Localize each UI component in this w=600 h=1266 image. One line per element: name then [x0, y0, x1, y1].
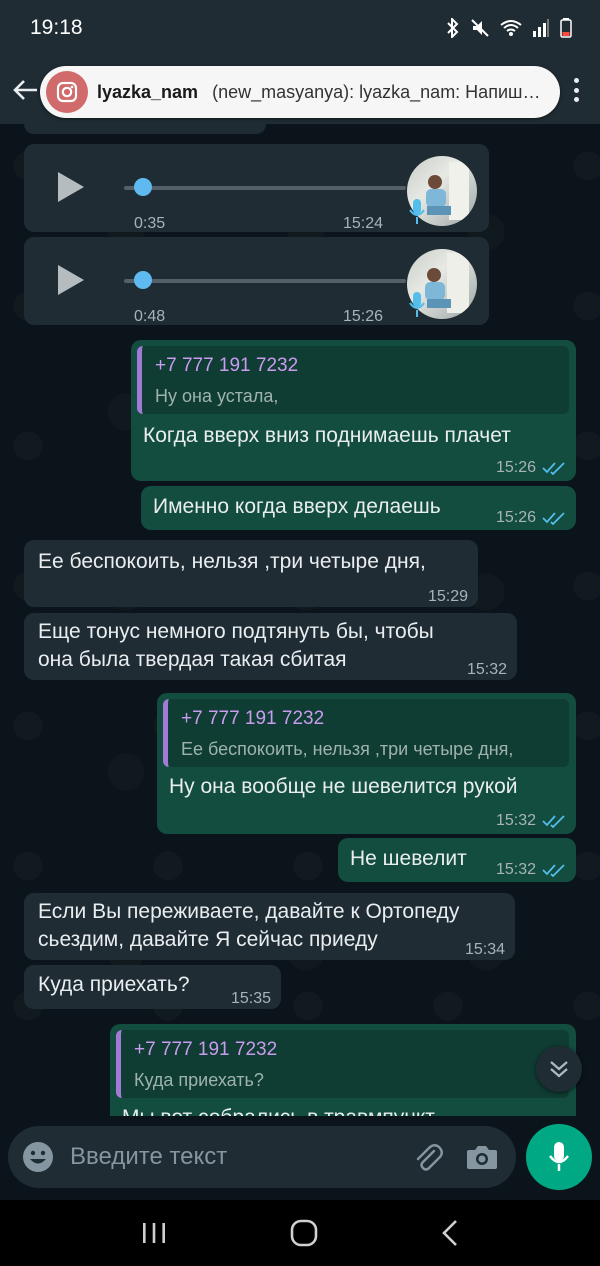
- scroll-down-button[interactable]: [536, 1046, 582, 1092]
- audio-scrubber[interactable]: [134, 271, 152, 289]
- audio-track[interactable]: [124, 279, 406, 283]
- status-time: 19:18: [30, 16, 83, 39]
- message-input-container[interactable]: Введите текст: [8, 1126, 516, 1188]
- message-meta: 15:29: [428, 583, 468, 611]
- message-meta: 15:34: [465, 936, 505, 964]
- outgoing-message[interactable]: Не шевелит 15:32: [338, 838, 576, 882]
- instagram-icon: [46, 71, 88, 113]
- system-nav-bar: [0, 1200, 600, 1266]
- chevron-down-icon: [550, 1061, 568, 1078]
- double-check-icon: [542, 462, 565, 475]
- message-time: 15:24: [342, 215, 383, 232]
- notification-text: (new_masyanya): lyazka_nam: Напиш…: [212, 81, 541, 102]
- double-check-icon: [542, 512, 565, 525]
- message-text: Именно когда вверх делаешь: [153, 495, 441, 518]
- emoji-icon[interactable]: [22, 1141, 54, 1173]
- status-icons: [446, 18, 572, 38]
- incoming-message[interactable]: Если Вы переживаете, давайте к Ортопеду …: [24, 893, 515, 960]
- message-text: Ну она вообще не шевелится рукой: [169, 775, 518, 798]
- recent-apps-icon[interactable]: [141, 1221, 167, 1245]
- quote-author: +7 777 191 7232: [181, 708, 325, 729]
- outgoing-message[interactable]: +7 777 191 7232 Куда приехать? Мы вот со…: [110, 1024, 576, 1116]
- incoming-message[interactable]: Ее беспокоить, нельзя ,три четыре дня, 1…: [24, 540, 478, 607]
- message-text-line: Если Вы переживаете, давайте к Ортопеду: [38, 900, 460, 923]
- message-meta: 15:26: [496, 504, 566, 532]
- chat-header: lyazka_nam (new_masyanya): lyazka_nam: Н…: [0, 56, 600, 124]
- outgoing-message[interactable]: +7 777 191 7232 Ну она устала, Когда вве…: [131, 340, 576, 481]
- message-time: 15:34: [464, 941, 505, 958]
- quoted-message[interactable]: +7 777 191 7232 Куда приехать?: [116, 1030, 569, 1098]
- message-time: 15:26: [495, 459, 536, 476]
- message-time: 15:32: [495, 861, 536, 878]
- back-nav-icon[interactable]: [441, 1219, 459, 1247]
- quoted-message[interactable]: +7 777 191 7232 Ее беспокоить, нельзя ,т…: [163, 699, 569, 767]
- double-check-icon: [542, 815, 565, 828]
- mute-icon: [471, 19, 489, 37]
- signal-icon: [533, 19, 549, 37]
- notification-popup[interactable]: lyazka_nam (new_masyanya): lyazka_nam: Н…: [40, 66, 560, 118]
- message-time: 15:26: [342, 308, 383, 325]
- message-meta: 15:32: [467, 656, 507, 684]
- message-text: Мы вот собрались в травмпункт: [122, 1104, 435, 1116]
- message-meta: 15:26: [496, 454, 566, 482]
- audio-scrubber[interactable]: [134, 178, 152, 196]
- message-partial[interactable]: [24, 124, 266, 134]
- voice-message[interactable]: 0:35 15:24: [24, 144, 489, 232]
- quote-author: +7 777 191 7232: [134, 1039, 278, 1060]
- incoming-message[interactable]: Еще тонус немного подтянуть бы, чтобы он…: [24, 613, 517, 680]
- message-time: 15:32: [495, 812, 536, 829]
- quote-text: Ее беспокоить, нельзя ,три четыре дня,: [181, 739, 514, 759]
- voice-duration: 0:35: [134, 215, 166, 232]
- quote-author: +7 777 191 7232: [155, 355, 299, 376]
- more-options-icon[interactable]: [566, 74, 586, 106]
- bluetooth-icon: [447, 18, 459, 38]
- message-input[interactable]: Введите текст: [70, 1143, 412, 1171]
- message-text: Ее беспокоить, нельзя ,три четыре дня,: [38, 550, 426, 573]
- camera-icon[interactable]: [466, 1143, 498, 1171]
- attach-icon[interactable]: [412, 1141, 444, 1173]
- message-meta: 15:32: [496, 807, 566, 835]
- message-text: Не шевелит: [350, 847, 467, 870]
- message-time: 15:29: [427, 588, 468, 605]
- message-text-line: Еще тонус немного подтянуть бы, чтобы: [38, 620, 434, 643]
- notification-app-name: lyazka_nam: [97, 81, 199, 102]
- message-meta: 15:32: [496, 856, 566, 884]
- wifi-icon: [500, 20, 522, 36]
- play-icon[interactable]: [56, 263, 86, 297]
- arrow-left-icon: [13, 80, 37, 100]
- message-time: 15:26: [495, 509, 536, 526]
- voice-duration: 0:48: [134, 308, 166, 325]
- double-check-icon: [542, 864, 565, 877]
- message-time: 15:32: [466, 661, 507, 678]
- audio-track[interactable]: [124, 186, 406, 190]
- incoming-message[interactable]: Куда приехать? 15:35: [24, 965, 281, 1009]
- mic-icon: [409, 199, 425, 224]
- voice-message[interactable]: 0:48 15:26: [24, 237, 489, 325]
- chat-messages[interactable]: 0:35 15:24 0:48 15:26 +7 777 191 7232 Ну…: [0, 124, 600, 1116]
- status-bar: 19:18: [0, 0, 600, 56]
- message-text: Куда приехать?: [38, 973, 190, 996]
- play-icon[interactable]: [56, 170, 86, 204]
- quoted-message[interactable]: +7 777 191 7232 Ну она устала,: [137, 346, 569, 414]
- composer-bar: Введите текст: [0, 1116, 600, 1200]
- outgoing-message[interactable]: Именно когда вверх делаешь 15:26: [141, 486, 576, 530]
- message-meta: 15:35: [231, 985, 271, 1013]
- home-icon[interactable]: [290, 1219, 318, 1247]
- mic-icon: [409, 292, 425, 317]
- quote-text: Ну она устала,: [155, 386, 279, 406]
- message-text-line: сьездим, давайте Я сейчас приеду: [38, 928, 378, 951]
- message-time: 15:35: [230, 990, 271, 1007]
- mic-icon: [549, 1142, 569, 1171]
- message-text: Когда вверх вниз поднимаешь плачет: [143, 424, 511, 447]
- quote-text: Куда приехать?: [134, 1070, 264, 1090]
- outgoing-message[interactable]: +7 777 191 7232 Ее беспокоить, нельзя ,т…: [157, 693, 576, 834]
- voice-record-button[interactable]: [526, 1124, 592, 1190]
- battery-icon: [560, 18, 572, 38]
- message-text-line: она была твердая такая сбитая: [38, 648, 347, 671]
